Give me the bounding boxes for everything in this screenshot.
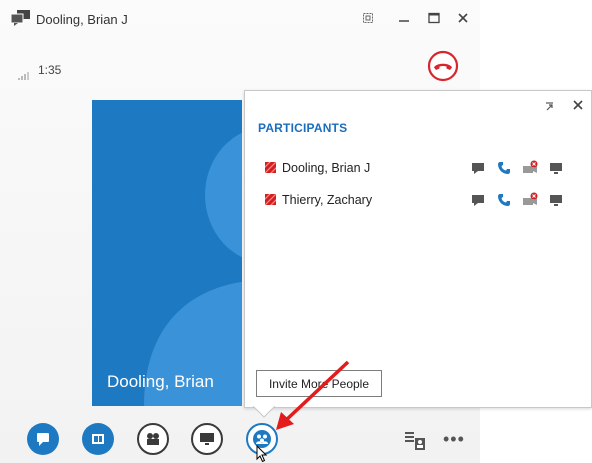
pop-out-button[interactable] [358,8,378,28]
conversation-layout-icon[interactable] [403,428,427,452]
participant-name: Dooling, Brian J [282,161,371,175]
more-options-button[interactable]: ••• [443,429,465,450]
panel-pointer [253,406,275,418]
screen-share-icon[interactable] [547,191,565,209]
avatar-placeholder-icon [144,132,242,406]
screen-share-button[interactable] [191,423,223,455]
conversation-icon [10,10,30,26]
signal-strength-icon [18,72,29,80]
participant-row[interactable]: Thierry, Zachary [245,188,591,212]
maximize-icon [428,12,440,24]
participants-panel: PARTICIPANTS Dooling, Brian J Thierry, Z… [244,90,592,408]
screen-share-icon [200,433,214,445]
participant-row[interactable]: Dooling, Brian J [245,156,591,180]
participant-name: Thierry, Zachary [282,193,373,207]
im-icon[interactable] [469,191,487,209]
pin-icon[interactable] [543,101,555,113]
im-icon[interactable] [469,159,487,177]
title-bar: Dooling, Brian J [0,0,480,38]
close-icon [458,13,468,23]
presence-busy-icon [265,194,276,205]
video-blocked-icon[interactable] [521,159,539,177]
video-button[interactable] [137,423,169,455]
presentation-button[interactable] [82,423,114,455]
hangup-button[interactable] [427,50,459,82]
invite-more-people-button[interactable]: Invite More People [256,370,382,397]
minimize-button[interactable] [394,8,414,28]
close-button[interactable] [453,8,473,28]
video-icon [147,433,159,445]
panel-close-icon[interactable] [570,97,586,113]
minimize-icon [399,20,409,22]
mouse-cursor-icon [256,445,268,463]
video-participant-name: Dooling, Brian [107,372,214,391]
screen-share-icon[interactable] [547,159,565,177]
im-icon [37,433,49,446]
presence-busy-icon [265,162,276,173]
call-timer: 1:35 [38,63,62,77]
video-blocked-icon[interactable] [521,191,539,209]
im-button[interactable] [27,423,59,455]
pop-out-icon [363,13,373,23]
video-tile: Dooling, Brian [92,100,242,406]
window-title: Dooling, Brian J [36,12,128,27]
presentation-icon [92,434,104,444]
maximize-button[interactable] [424,8,444,28]
participants-heading: PARTICIPANTS [258,121,348,135]
phone-icon[interactable] [495,191,513,209]
phone-icon[interactable] [495,159,513,177]
